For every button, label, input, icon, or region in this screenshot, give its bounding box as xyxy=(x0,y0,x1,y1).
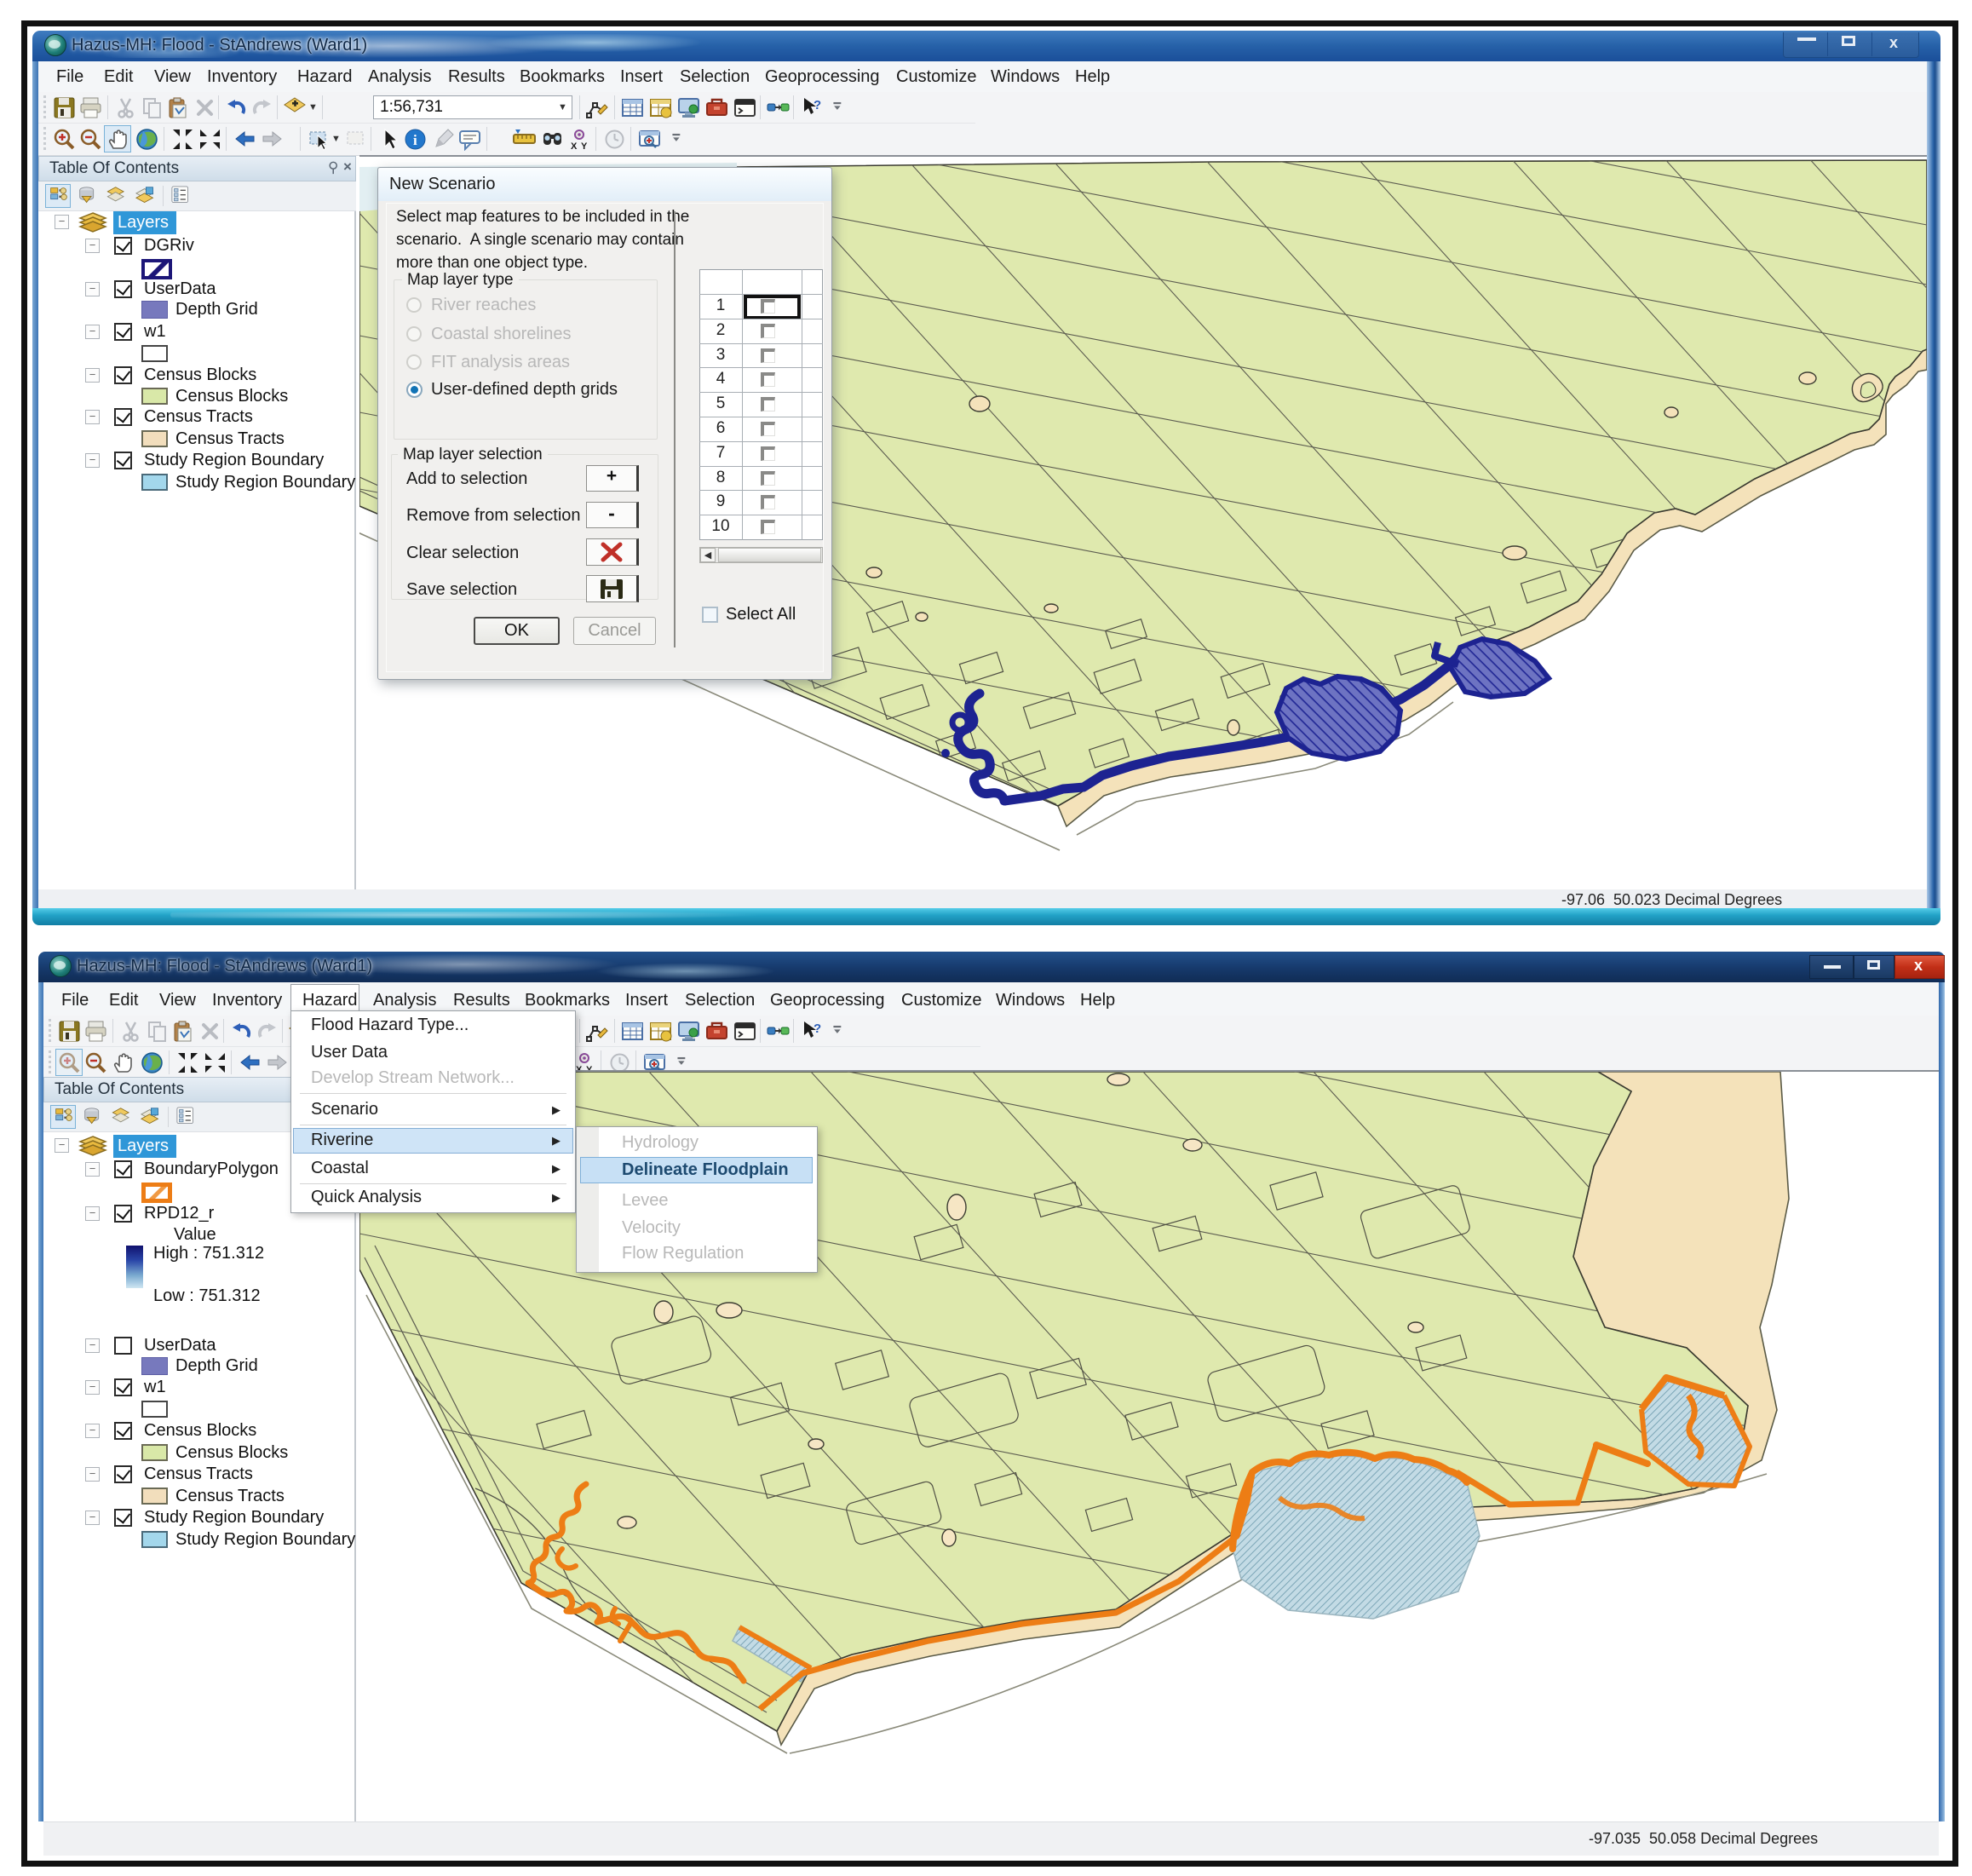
svg-text:?: ? xyxy=(814,98,821,112)
svg-text:Y: Y xyxy=(581,141,588,151)
svg-text:X: X xyxy=(571,141,578,151)
svg-text:?: ? xyxy=(814,1021,821,1036)
svg-text:i: i xyxy=(413,132,417,148)
